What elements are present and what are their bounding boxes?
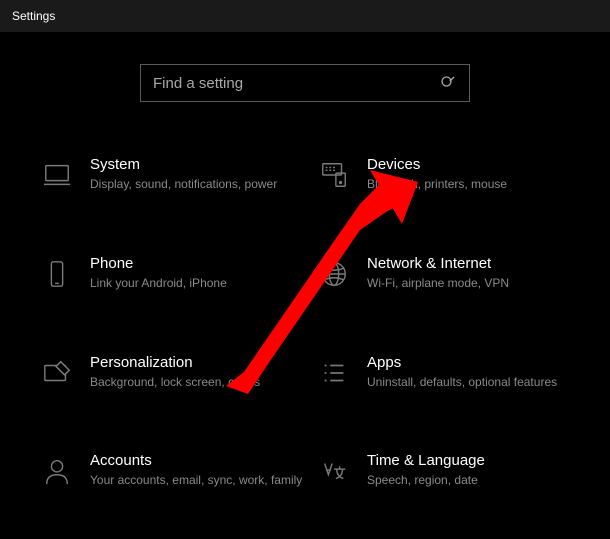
search-icon — [439, 74, 457, 92]
time-language-icon — [317, 454, 351, 488]
tile-subtitle: Wi-Fi, airplane mode, VPN — [367, 275, 582, 292]
tile-subtitle: Link your Android, iPhone — [90, 275, 305, 292]
tile-text: Phone Link your Android, iPhone — [90, 255, 305, 292]
tile-text: Devices Bluetooth, printers, mouse — [367, 156, 582, 193]
tile-time-language[interactable]: Time & Language Speech, region, date — [317, 452, 582, 489]
tile-devices[interactable]: Devices Bluetooth, printers, mouse — [317, 156, 582, 193]
apps-icon — [317, 356, 351, 390]
tile-title: Time & Language — [367, 452, 582, 469]
window-title: Settings — [12, 9, 55, 23]
tile-text: Time & Language Speech, region, date — [367, 452, 582, 489]
search-box[interactable] — [140, 64, 470, 102]
tile-title: Network & Internet — [367, 255, 582, 272]
tile-text: Accounts Your accounts, email, sync, wor… — [90, 452, 305, 489]
tile-subtitle: Display, sound, notifications, power — [90, 176, 305, 193]
search-container — [0, 64, 610, 102]
tile-subtitle: Background, lock screen, colors — [90, 374, 305, 391]
tile-subtitle: Uninstall, defaults, optional features — [367, 374, 582, 391]
tile-subtitle: Your accounts, email, sync, work, family — [90, 472, 305, 489]
tile-title: Apps — [367, 354, 582, 371]
tile-system[interactable]: System Display, sound, notifications, po… — [40, 156, 305, 193]
titlebar: Settings — [0, 0, 610, 32]
tile-text: System Display, sound, notifications, po… — [90, 156, 305, 193]
tile-text: Apps Uninstall, defaults, optional featu… — [367, 354, 582, 391]
tile-title: System — [90, 156, 305, 173]
network-icon — [317, 257, 351, 291]
settings-home: System Display, sound, notifications, po… — [0, 32, 610, 489]
tile-accounts[interactable]: Accounts Your accounts, email, sync, wor… — [40, 452, 305, 489]
devices-icon — [317, 158, 351, 192]
tile-title: Personalization — [90, 354, 305, 371]
tile-phone[interactable]: Phone Link your Android, iPhone — [40, 255, 305, 292]
category-grid: System Display, sound, notifications, po… — [0, 156, 610, 489]
tile-title: Devices — [367, 156, 582, 173]
tile-subtitle: Bluetooth, printers, mouse — [367, 176, 582, 193]
tile-network[interactable]: Network & Internet Wi-Fi, airplane mode,… — [317, 255, 582, 292]
tile-title: Phone — [90, 255, 305, 272]
phone-icon — [40, 257, 74, 291]
tile-subtitle: Speech, region, date — [367, 472, 582, 489]
tile-title: Accounts — [90, 452, 305, 469]
tile-text: Personalization Background, lock screen,… — [90, 354, 305, 391]
tile-apps[interactable]: Apps Uninstall, defaults, optional featu… — [317, 354, 582, 391]
system-icon — [40, 158, 74, 192]
search-input[interactable] — [153, 75, 439, 92]
tile-personalization[interactable]: Personalization Background, lock screen,… — [40, 354, 305, 391]
personalization-icon — [40, 356, 74, 390]
tile-text: Network & Internet Wi-Fi, airplane mode,… — [367, 255, 582, 292]
accounts-icon — [40, 454, 74, 488]
